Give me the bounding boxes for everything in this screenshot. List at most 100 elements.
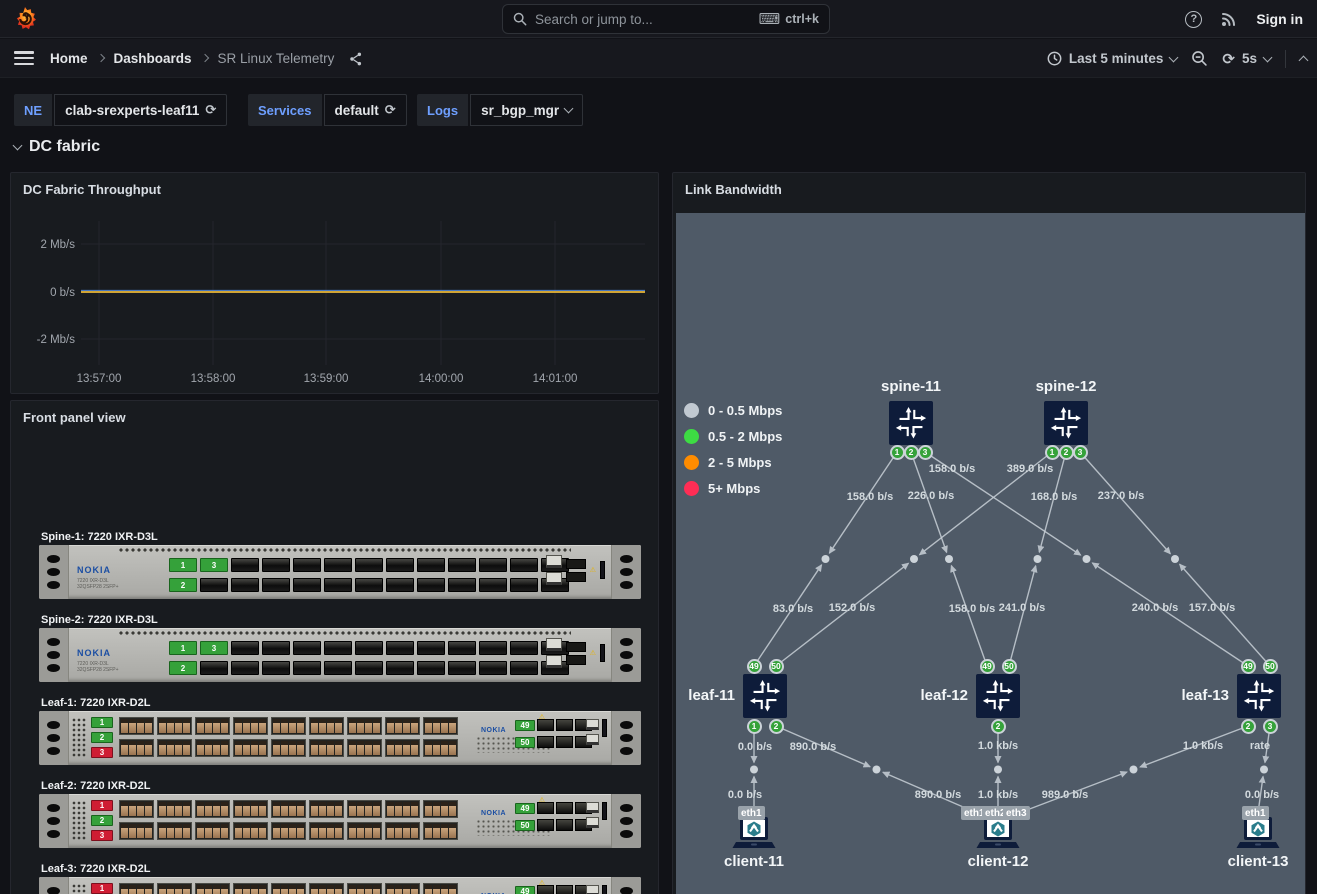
panel-title[interactable]: Link Bandwidth <box>685 182 782 197</box>
topology-node-spine-12[interactable] <box>1044 401 1088 445</box>
legend-color-dot <box>684 455 699 470</box>
copper-row <box>119 717 458 735</box>
zoom-out-icon[interactable] <box>1191 50 1208 67</box>
copper-port <box>327 824 334 838</box>
legend-label: 0.5 - 2 Mbps <box>708 429 782 444</box>
copper-port <box>387 824 394 838</box>
chevron-down-icon <box>1263 52 1273 62</box>
copper-port <box>145 741 152 755</box>
refresh-picker[interactable]: ⟳ 5s <box>1222 50 1271 68</box>
svg-text:13:58:00: 13:58:00 <box>191 373 236 385</box>
rack-ear <box>39 794 69 848</box>
sfp-slot <box>566 559 586 569</box>
variable-services-value[interactable]: default ⟳ <box>324 94 407 126</box>
usb-slot <box>602 885 607 894</box>
menu-toggle-icon[interactable] <box>14 51 34 65</box>
copper-port <box>387 741 394 755</box>
topology-node-leaf-12[interactable] <box>976 674 1020 718</box>
search-bar[interactable]: ⌨ ctrl+k <box>502 4 830 34</box>
share-icon[interactable] <box>348 51 364 67</box>
legend-item: 0 - 0.5 Mbps <box>684 403 782 418</box>
copper-port <box>395 719 402 733</box>
sign-in-link[interactable]: Sign in <box>1256 11 1303 27</box>
link-rate-label: 890.0 b/s <box>915 789 961 801</box>
refresh-icon[interactable]: ⟳ <box>1222 50 1235 68</box>
time-range-picker[interactable]: Last 5 minutes <box>1047 51 1178 66</box>
row-dc-fabric[interactable]: DC fabric <box>14 138 100 156</box>
copper-port <box>145 824 152 838</box>
topology-node-client-13[interactable] <box>1235 816 1281 857</box>
copper-port <box>449 719 456 733</box>
topology-node-leaf-13[interactable] <box>1237 674 1281 718</box>
switch-label: Spine-1: 7220 IXR-D3L <box>41 531 645 544</box>
qsfp-port <box>417 558 445 572</box>
copper-port <box>213 885 220 894</box>
copper-port <box>349 885 356 894</box>
copper-port <box>243 802 250 816</box>
copper-port <box>213 824 220 838</box>
copper-group <box>195 800 230 818</box>
topology-node-leaf-11[interactable] <box>743 674 787 718</box>
copper-port <box>289 719 296 733</box>
rack-hole <box>47 651 60 659</box>
copper-port <box>129 824 136 838</box>
collapse-toolbar-icon[interactable] <box>1299 55 1309 65</box>
copper-group <box>195 822 230 840</box>
qsfp-port <box>510 558 538 572</box>
nokia-logo: NOKIA <box>481 727 506 734</box>
grafana-logo-icon[interactable] <box>12 6 38 32</box>
shortcut-label: ctrl+k <box>785 12 819 26</box>
topology-node-client-12[interactable] <box>975 816 1021 857</box>
variable-logs: Logs sr_bgp_mgr <box>417 94 583 126</box>
copper-group <box>119 800 154 818</box>
variable-refresh-icon[interactable]: ⟳ <box>385 103 396 118</box>
qsfp-port <box>510 578 538 592</box>
news-rss-icon[interactable] <box>1220 10 1238 28</box>
variable-logs-value[interactable]: sr_bgp_mgr <box>470 94 583 126</box>
copper-group <box>385 883 420 894</box>
usb-slot <box>600 644 605 662</box>
copper-port <box>297 824 304 838</box>
laptop-icon <box>975 816 1021 852</box>
rack-ear <box>611 877 641 894</box>
copper-port <box>175 885 182 894</box>
copper-port <box>411 741 418 755</box>
copper-port <box>183 741 190 755</box>
switch-front-stack: Spine-1: 7220 IXR-D3LNOKIA7220 IXR-D3L32… <box>39 531 645 894</box>
search-input[interactable] <box>535 12 751 27</box>
copper-group <box>233 800 268 818</box>
rack-hole <box>47 734 60 742</box>
breadcrumb: Home Dashboards SR Linux Telemetry <box>50 39 364 78</box>
topology-node-client-11[interactable] <box>731 816 777 857</box>
topology-node-spine-11[interactable] <box>889 401 933 445</box>
copper-group <box>309 883 344 894</box>
qsfp-port <box>479 558 507 572</box>
qsfp-port <box>510 661 538 675</box>
copper-port <box>365 885 372 894</box>
variable-ne-value[interactable]: clab-srexperts-leaf11 ⟳ <box>54 94 227 126</box>
port-indicator-3: 3 <box>91 830 113 841</box>
help-icon[interactable]: ? <box>1185 11 1202 28</box>
copper-group <box>347 800 382 818</box>
qsfp-port <box>386 641 414 655</box>
variable-refresh-icon[interactable]: ⟳ <box>205 103 216 118</box>
port-badge-leaf-11-50: 50 <box>769 659 784 674</box>
qsfp-port <box>324 558 352 572</box>
copper-port <box>395 824 402 838</box>
panel-title[interactable]: Front panel view <box>23 410 126 425</box>
chevron-right-icon <box>200 54 208 62</box>
copper-port <box>357 802 364 816</box>
copper-port <box>221 802 228 816</box>
breadcrumb-home[interactable]: Home <box>50 51 88 66</box>
rack-ear <box>611 628 641 682</box>
vent-grid <box>72 801 87 841</box>
copper-port <box>251 741 258 755</box>
qsfp-port <box>200 661 228 675</box>
qsfp-row: 13 <box>169 558 569 572</box>
breadcrumb-dashboards[interactable]: Dashboards <box>114 51 192 66</box>
sfp-port <box>537 719 554 731</box>
rj45-port <box>586 719 599 730</box>
copper-port <box>281 885 288 894</box>
rack-hole <box>47 664 60 672</box>
router-arrows-icon <box>893 405 929 441</box>
